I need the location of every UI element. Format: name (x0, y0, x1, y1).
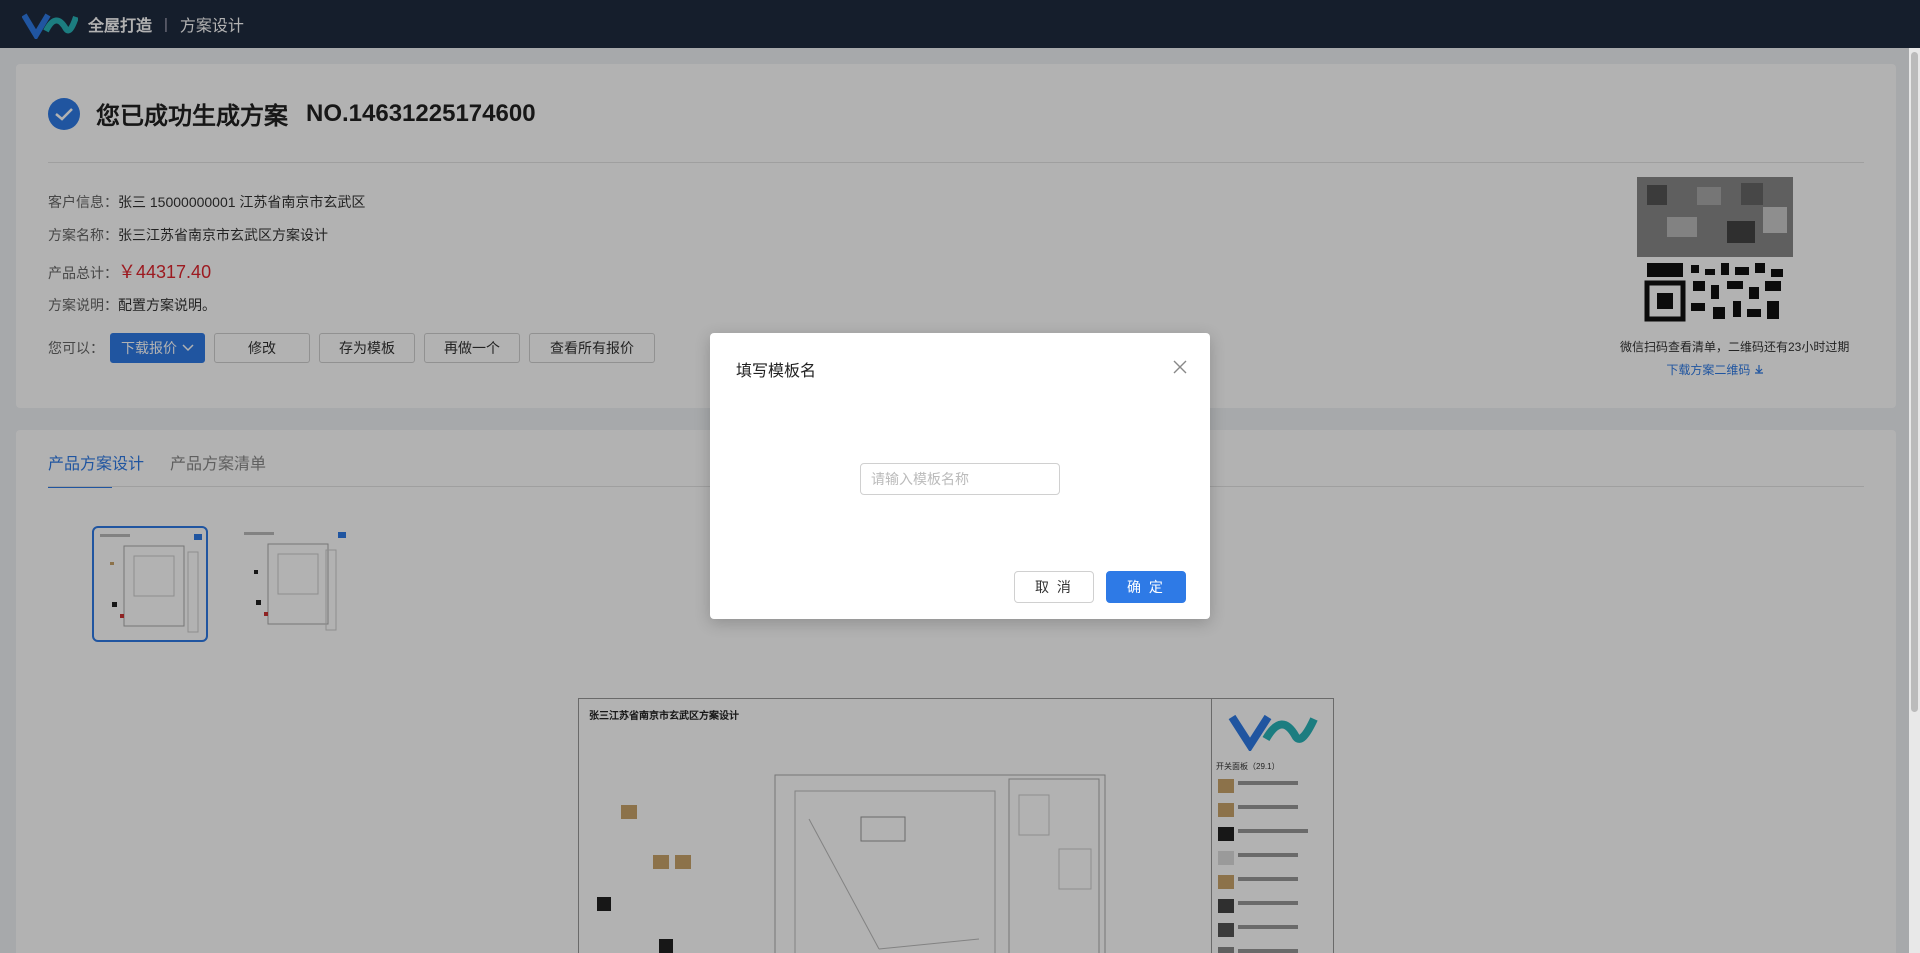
dialog-title: 填写模板名 (736, 363, 817, 380)
template-name-dialog: 填写模板名 取 消 确 定 (710, 333, 1210, 619)
confirm-button[interactable]: 确 定 (1106, 571, 1186, 603)
close-icon[interactable] (1172, 359, 1188, 375)
scrollbar-thumb[interactable] (1911, 52, 1918, 712)
template-name-input[interactable] (860, 463, 1060, 495)
cancel-button[interactable]: 取 消 (1014, 571, 1094, 603)
page-scrollbar[interactable] (1909, 48, 1920, 953)
